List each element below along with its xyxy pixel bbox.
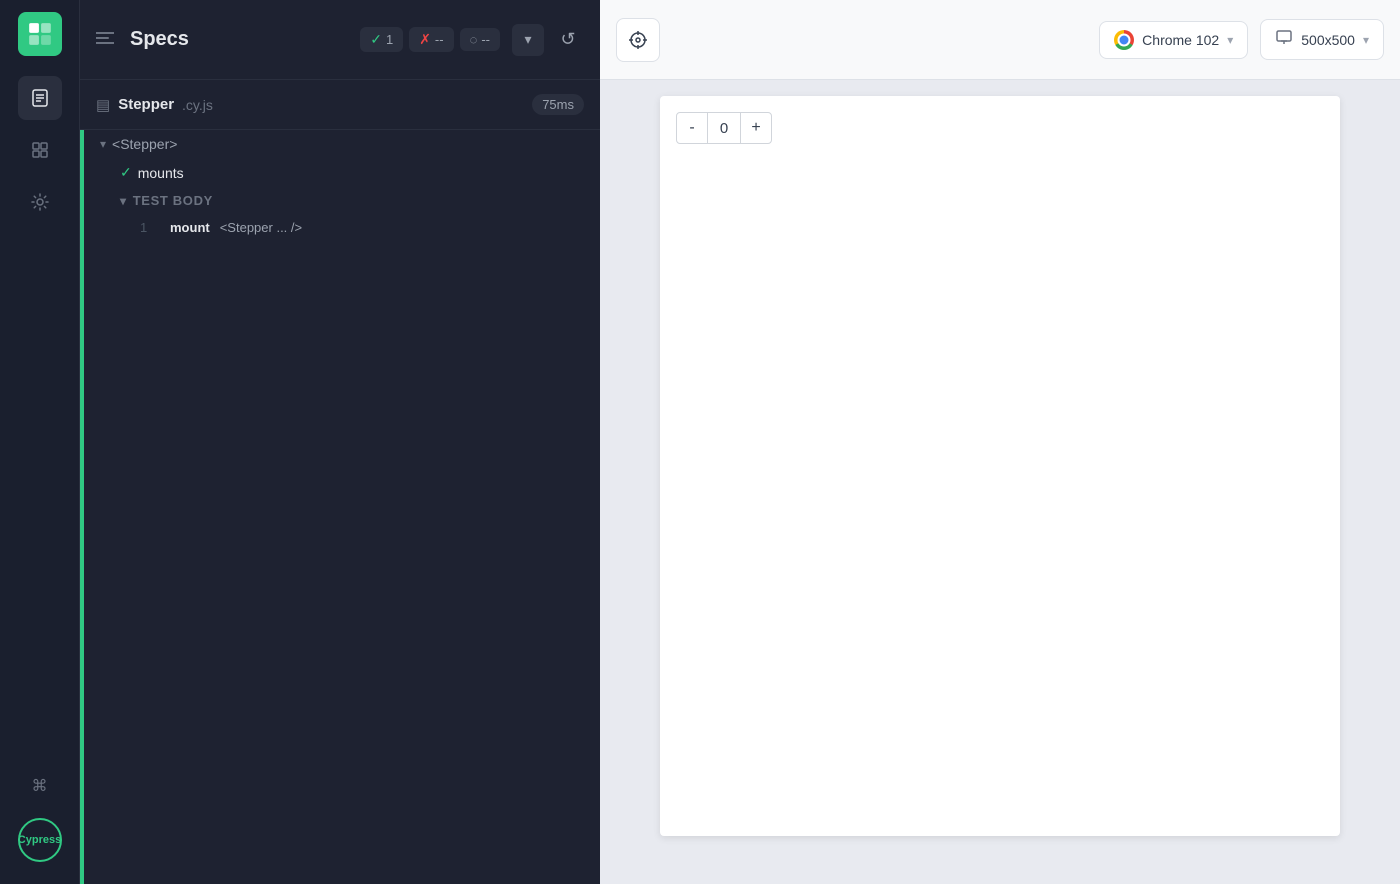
browser-name: Chrome 102 <box>1142 32 1219 48</box>
viewport-size: 500x500 <box>1301 32 1355 48</box>
pending-icon: ◌ <box>470 32 478 47</box>
suite-chevron-icon: ▾ <box>100 137 106 151</box>
cross-icon: ✗ <box>419 31 431 48</box>
pending-count: -- <box>481 32 490 47</box>
stepper-value: 0 <box>708 112 740 144</box>
sidebar-nav <box>18 76 62 764</box>
right-header: Chrome 102 ▾ 500x500 ▾ <box>600 0 1400 80</box>
chrome-icon <box>1114 30 1134 50</box>
code-keyword: mount <box>170 220 210 235</box>
spec-name-bold: Stepper <box>118 96 174 113</box>
status-badges: ✓ 1 ✗ -- ◌ -- <box>360 27 500 52</box>
icon-sidebar: ⌘ Cypress <box>0 0 80 884</box>
preview-area: - 0 + <box>600 80 1400 884</box>
header-actions: ▾ ↺ <box>512 24 584 56</box>
failed-badge: ✗ -- <box>409 27 453 52</box>
body-chevron-icon: ▾ <box>120 194 127 208</box>
check-icon: ✓ <box>370 31 382 48</box>
failed-count: -- <box>435 32 444 47</box>
line-number: 1 <box>140 220 156 235</box>
sidebar-item-component[interactable] <box>18 128 62 172</box>
cy-badge[interactable]: Cypress <box>18 818 62 862</box>
stepper-plus-button[interactable]: + <box>740 112 772 144</box>
sidebar-item-specs[interactable] <box>18 76 62 120</box>
page-title: Specs <box>130 28 348 51</box>
dropdown-button[interactable]: ▾ <box>512 24 544 56</box>
keyboard-shortcuts-button[interactable]: ⌘ <box>18 764 62 808</box>
code-tag: <Stepper ... /> <box>220 220 302 235</box>
test-tree: ▾ <Stepper> ✓ mounts ▾ TEST BODY 1 mount… <box>84 130 600 884</box>
stepper-minus-button[interactable]: - <box>676 112 708 144</box>
suite-label: <Stepper> <box>112 136 177 152</box>
viewport-chevron-icon: ▾ <box>1363 33 1369 47</box>
crosshair-button[interactable] <box>616 18 660 62</box>
code-line-row[interactable]: 1 mount <Stepper ... /> <box>84 214 600 241</box>
spec-file-name: ▤ Stepper .cy.js <box>96 96 213 114</box>
reload-button[interactable]: ↺ <box>552 24 584 56</box>
suite-row[interactable]: ▾ <Stepper> <box>84 130 600 158</box>
header-bar: Specs ✓ 1 ✗ -- ◌ -- ▾ ↺ <box>80 0 600 80</box>
browser-chevron-icon: ▾ <box>1227 33 1233 47</box>
menu-icon[interactable] <box>96 29 114 50</box>
sidebar-item-settings[interactable] <box>18 180 62 224</box>
viewport-selector[interactable]: 500x500 ▾ <box>1260 19 1384 60</box>
test-label: mounts <box>138 165 184 181</box>
test-body-label: TEST BODY <box>133 193 213 208</box>
passed-count: 1 <box>386 32 393 47</box>
cypress-logo[interactable] <box>18 12 62 56</box>
spec-name-dim: .cy.js <box>182 97 213 113</box>
browser-selector[interactable]: Chrome 102 ▾ <box>1099 21 1248 59</box>
duration-badge: 75ms <box>532 94 584 115</box>
stepper-widget: - 0 + <box>676 112 1324 144</box>
file-icon: ▤ <box>96 96 110 114</box>
test-tree-container: ▾ <Stepper> ✓ mounts ▾ TEST BODY 1 mount… <box>80 130 600 884</box>
sidebar-bottom: ⌘ Cypress <box>18 764 62 872</box>
viewport-icon <box>1275 28 1293 51</box>
test-check-icon: ✓ <box>120 164 132 181</box>
left-panel: Specs ✓ 1 ✗ -- ◌ -- ▾ ↺ ▤ Stepper .cy.js … <box>80 0 600 884</box>
passed-badge: ✓ 1 <box>360 27 403 52</box>
test-body-row[interactable]: ▾ TEST BODY <box>84 187 600 214</box>
spec-file-header: ▤ Stepper .cy.js 75ms <box>80 80 600 130</box>
right-panel: Chrome 102 ▾ 500x500 ▾ - 0 + <box>600 0 1400 884</box>
pending-badge: ◌ -- <box>460 28 500 51</box>
preview-frame: - 0 + <box>660 96 1340 836</box>
test-row[interactable]: ✓ mounts <box>84 158 600 187</box>
